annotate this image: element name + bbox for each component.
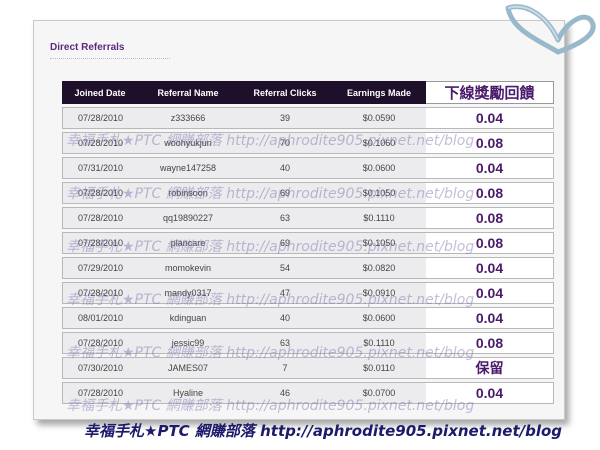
reward-cell: 0.08 [426, 207, 554, 229]
table-row: 07/28/2010 z333666 39 $0.0590 0.04 [62, 107, 554, 129]
heart-ribbon-icon [505, 4, 596, 55]
joined-date-cell: 07/28/2010 [62, 332, 138, 354]
earnings-cell: $0.1110 [332, 332, 426, 354]
column-header-referral-clicks[interactable]: Referral Clicks [238, 81, 332, 104]
referral-clicks-cell: 7 [238, 357, 332, 379]
column-header-referral-reward: 下線獎勵回饋 [426, 81, 554, 104]
section-title: Direct Referrals [50, 42, 125, 53]
earnings-cell: $0.0590 [332, 107, 426, 129]
table-row: 07/28/2010 plancare 69 $0.1050 0.08 [62, 232, 554, 254]
reward-cell: 0.04 [426, 382, 554, 404]
reward-cell: 保留 [426, 357, 554, 379]
earnings-cell: $0.0700 [332, 382, 426, 404]
earnings-cell: $0.1050 [332, 182, 426, 204]
joined-date-cell: 07/28/2010 [62, 107, 138, 129]
referral-clicks-cell: 54 [238, 257, 332, 279]
reward-cell: 0.04 [426, 307, 554, 329]
column-header-joined-date[interactable]: Joined Date [62, 81, 138, 104]
joined-date-cell: 07/28/2010 [62, 182, 138, 204]
referral-clicks-cell: 47 [238, 282, 332, 304]
table-row: 07/29/2010 momokevin 54 $0.0820 0.04 [62, 257, 554, 279]
earnings-cell: $0.0820 [332, 257, 426, 279]
table-row: 07/30/2010 JAMES07 7 $0.0110 保留 [62, 357, 554, 379]
reward-cell: 0.08 [426, 232, 554, 254]
table-row: 07/28/2010 Hyaline 46 $0.0700 0.04 [62, 382, 554, 404]
reward-cell: 0.08 [426, 332, 554, 354]
table-row: 07/28/2010 qq19890227 63 $0.1110 0.08 [62, 207, 554, 229]
joined-date-cell: 07/28/2010 [62, 282, 138, 304]
referral-clicks-cell: 63 [238, 207, 332, 229]
referral-name-cell: woohyukjun [138, 132, 238, 154]
direct-referrals-table: Joined Date Referral Name Referral Click… [62, 78, 554, 407]
blog-footer-caption: 幸福手札★PTC 網賺部落 http://aphrodite905.pixnet… [84, 422, 563, 440]
referral-name-cell: Hyaline [138, 382, 238, 404]
title-divider [50, 58, 170, 59]
reward-cell: 0.04 [426, 282, 554, 304]
referral-clicks-cell: 69 [238, 232, 332, 254]
referral-name-cell: jessic99 [138, 332, 238, 354]
referral-clicks-cell: 39 [238, 107, 332, 129]
earnings-cell: $0.0600 [332, 307, 426, 329]
reward-cell: 0.08 [426, 132, 554, 154]
earnings-cell: $0.1050 [332, 232, 426, 254]
referral-name-cell: mandy0317 [138, 282, 238, 304]
table-row: 07/28/2010 woohyukjun 70 $0.1060 0.08 [62, 132, 554, 154]
joined-date-cell: 07/28/2010 [62, 232, 138, 254]
column-header-earnings-made[interactable]: Earnings Made [332, 81, 426, 104]
reward-cell: 0.04 [426, 257, 554, 279]
earnings-cell: $0.0910 [332, 282, 426, 304]
joined-date-cell: 07/30/2010 [62, 357, 138, 379]
joined-date-cell: 07/28/2010 [62, 382, 138, 404]
referral-clicks-cell: 46 [238, 382, 332, 404]
joined-date-cell: 08/01/2010 [62, 307, 138, 329]
table-row: 07/28/2010 jessic99 63 $0.1110 0.08 [62, 332, 554, 354]
referral-name-cell: JAMES07 [138, 357, 238, 379]
earnings-cell: $0.1060 [332, 132, 426, 154]
referral-clicks-cell: 70 [238, 132, 332, 154]
joined-date-cell: 07/31/2010 [62, 157, 138, 179]
referral-name-cell: plancare [138, 232, 238, 254]
referral-name-cell: z333666 [138, 107, 238, 129]
table-header-row: Joined Date Referral Name Referral Click… [62, 81, 554, 104]
referral-name-cell: qq19890227 [138, 207, 238, 229]
reward-cell: 0.04 [426, 157, 554, 179]
joined-date-cell: 07/28/2010 [62, 132, 138, 154]
referral-clicks-cell: 40 [238, 307, 332, 329]
referral-name-cell: wayne147258 [138, 157, 238, 179]
referral-name-cell: kdinguan [138, 307, 238, 329]
referral-clicks-cell: 40 [238, 157, 332, 179]
referral-clicks-cell: 69 [238, 182, 332, 204]
table-row: 07/28/2010 robinsoon 69 $0.1050 0.08 [62, 182, 554, 204]
column-header-referral-name[interactable]: Referral Name [138, 81, 238, 104]
table-row: 07/28/2010 mandy0317 47 $0.0910 0.04 [62, 282, 554, 304]
earnings-cell: $0.1110 [332, 207, 426, 229]
earnings-cell: $0.0600 [332, 157, 426, 179]
reward-cell: 0.04 [426, 107, 554, 129]
reward-cell: 0.08 [426, 182, 554, 204]
referral-name-cell: robinsoon [138, 182, 238, 204]
table-row: 08/01/2010 kdinguan 40 $0.0600 0.04 [62, 307, 554, 329]
joined-date-cell: 07/28/2010 [62, 207, 138, 229]
earnings-cell: $0.0110 [332, 357, 426, 379]
joined-date-cell: 07/29/2010 [62, 257, 138, 279]
referral-name-cell: momokevin [138, 257, 238, 279]
table-row: 07/31/2010 wayne147258 40 $0.0600 0.04 [62, 157, 554, 179]
referral-clicks-cell: 63 [238, 332, 332, 354]
